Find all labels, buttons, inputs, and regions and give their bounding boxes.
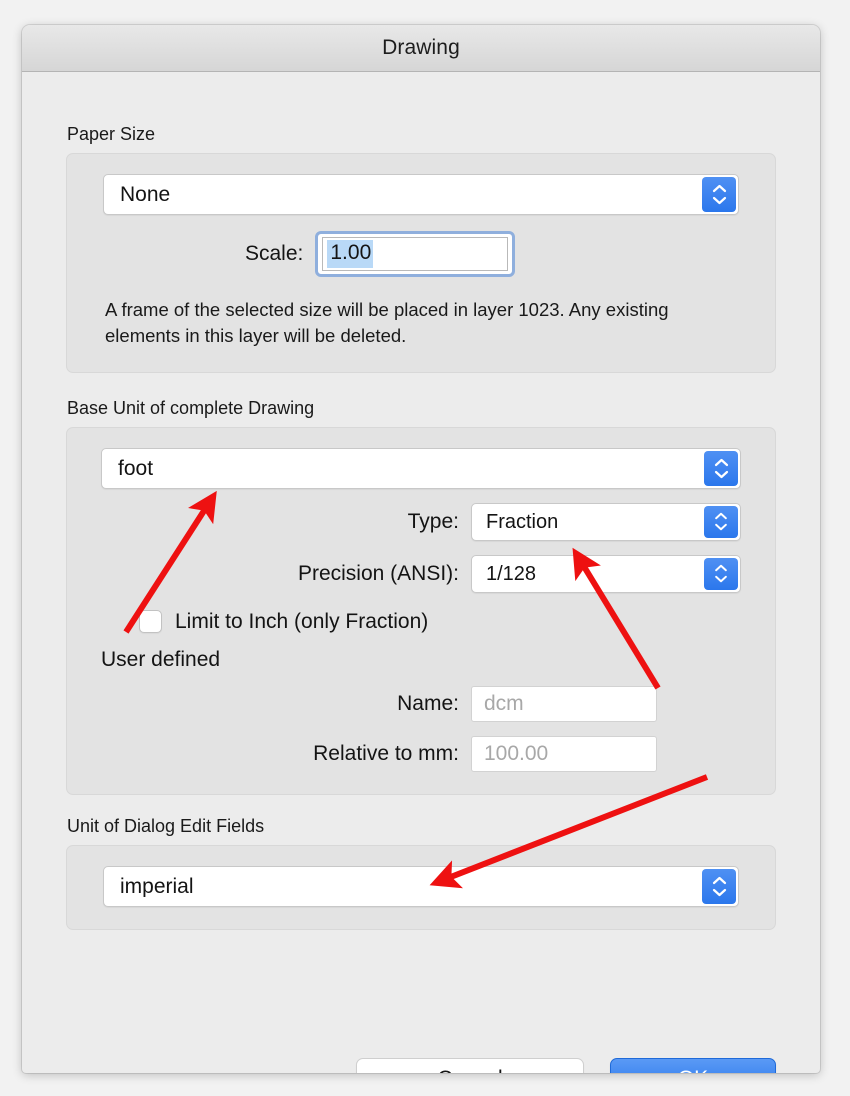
scale-input[interactable]: 1.00 xyxy=(315,231,516,277)
dialog-unit-group-label: Unit of Dialog Edit Fields xyxy=(67,815,265,836)
relative-to-mm-label: Relative to mm: xyxy=(313,741,459,765)
name-row: Name: dcm xyxy=(101,685,741,722)
precision-label: Precision (ANSI): xyxy=(297,561,459,585)
chevron-up-icon xyxy=(714,458,729,467)
precision-control: 1/128 xyxy=(471,554,741,593)
paper-size-value: None xyxy=(120,184,171,205)
chevron-down-icon xyxy=(712,196,727,205)
precision-row: Precision (ANSI): 1/128 xyxy=(101,554,741,593)
name-input-placeholder: dcm xyxy=(484,691,524,715)
type-value: Fraction xyxy=(486,511,559,532)
limit-to-inch-label: Limit to Inch (only Fraction) xyxy=(175,609,429,633)
ok-button[interactable]: OK xyxy=(610,1058,776,1073)
limit-to-inch-checkbox[interactable] xyxy=(139,610,162,634)
base-unit-value: foot xyxy=(118,457,154,479)
chevron-down-icon xyxy=(714,575,728,583)
scale-input-value: 1.00 xyxy=(327,240,374,268)
paper-size-section: Paper Size None Scale: 1.00 A frame of t… xyxy=(66,124,776,373)
user-defined-label: User defined xyxy=(101,647,221,671)
limit-to-inch-row[interactable]: Limit to Inch (only Fraction) xyxy=(101,610,741,634)
scale-label: Scale: xyxy=(245,242,304,265)
base-unit-group-box: foot Type: Fraction Precision (ANSI): 1/… xyxy=(66,426,776,795)
base-unit-stepper[interactable] xyxy=(704,450,738,486)
scale-input-inner: 1.00 xyxy=(322,237,509,271)
dialog-unit-value: imperial xyxy=(120,875,194,897)
paper-size-note: A frame of the selected size will be pla… xyxy=(105,299,669,347)
precision-stepper[interactable] xyxy=(704,557,738,590)
dialog-unit-combo[interactable]: imperial xyxy=(103,865,739,907)
relative-to-mm-row: Relative to mm: 100.00 xyxy=(101,735,741,772)
dialog-unit-stepper[interactable] xyxy=(702,868,736,904)
chevron-up-icon xyxy=(714,512,728,520)
paper-size-combo[interactable]: None xyxy=(103,174,739,215)
precision-value: 1/128 xyxy=(486,563,537,584)
relative-to-mm-input[interactable]: 100.00 xyxy=(471,735,657,772)
chevron-down-icon xyxy=(714,470,729,479)
type-combo[interactable]: Fraction xyxy=(471,502,741,541)
base-unit-group-label: Base Unit of complete Drawing xyxy=(67,397,315,418)
type-row: Type: Fraction xyxy=(101,502,741,541)
dialog-unit-section: Unit of Dialog Edit Fields imperial xyxy=(66,816,776,930)
paper-size-group-label: Paper Size xyxy=(67,124,156,144)
chevron-up-icon xyxy=(712,876,727,885)
type-label: Type: xyxy=(407,509,459,533)
relative-to-mm-placeholder: 100.00 xyxy=(484,741,549,765)
scale-row: Scale: 1.00 xyxy=(103,231,739,277)
dialog-footer: Cancel OK xyxy=(356,1058,776,1073)
name-label: Name: xyxy=(397,691,459,715)
chevron-up-icon xyxy=(714,564,728,572)
base-unit-combo[interactable]: foot xyxy=(101,447,741,489)
relative-to-mm-control: 100.00 xyxy=(471,735,741,772)
paper-size-group-box: None Scale: 1.00 A frame of the selected… xyxy=(66,153,776,373)
dialog-unit-group-box: imperial xyxy=(66,844,776,930)
cancel-button[interactable]: Cancel xyxy=(356,1058,584,1073)
chevron-up-icon xyxy=(712,184,727,193)
precision-combo[interactable]: 1/128 xyxy=(471,554,741,593)
name-control: dcm xyxy=(471,685,741,722)
chevron-down-icon xyxy=(712,888,727,897)
type-stepper[interactable] xyxy=(704,505,738,538)
type-control: Fraction xyxy=(471,502,741,541)
chevron-down-icon xyxy=(714,523,728,531)
paper-size-stepper[interactable] xyxy=(702,177,736,212)
drawing-dialog: Drawing Paper Size None Scale: 1.00 A fr… xyxy=(22,25,820,1073)
page-title: Drawing xyxy=(382,36,460,59)
dialog-body: Paper Size None Scale: 1.00 A frame of t… xyxy=(22,124,820,1073)
name-input[interactable]: dcm xyxy=(471,685,657,722)
dialog-titlebar: Drawing xyxy=(22,25,820,72)
base-unit-section: Base Unit of complete Drawing foot Type: xyxy=(66,398,776,795)
